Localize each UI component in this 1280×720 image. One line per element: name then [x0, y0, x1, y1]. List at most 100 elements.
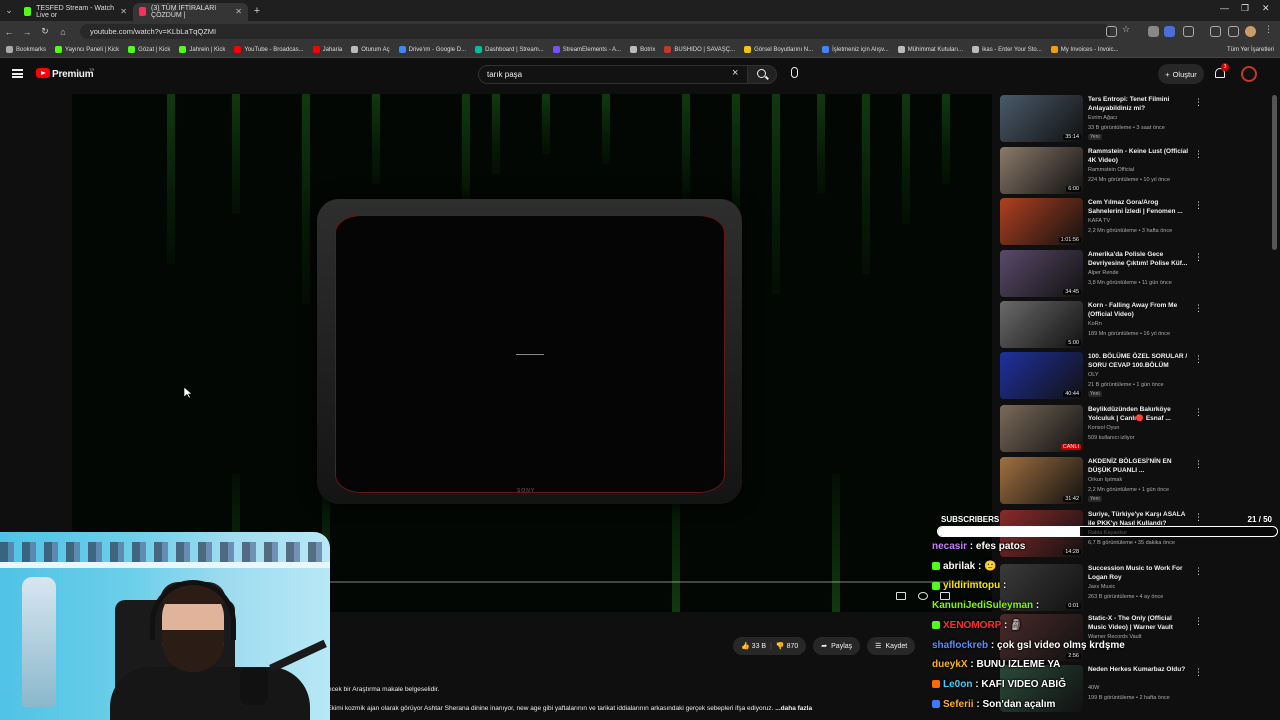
video-thumbnail[interactable]: 34:45: [1000, 250, 1083, 297]
youtube-logo-icon[interactable]: [36, 68, 50, 78]
browser-tab-kick[interactable]: TESFED Stream - Watch Live or ✕: [18, 3, 133, 21]
forward-icon[interactable]: →: [18, 27, 36, 37]
recommended-video[interactable]: 40:44 100. BÖLÜME ÖZEL SORULAR / SORU CEV…: [1000, 352, 1203, 402]
back-icon[interactable]: ←: [0, 27, 18, 37]
browser-tab-youtube[interactable]: (3) TÜM İFTİRALARI ÇÖZDÜM | ✕: [133, 2, 248, 21]
video-title[interactable]: Rammstein - Keine Lust (Official 4K Vide…: [1088, 147, 1190, 165]
save-button[interactable]: ☰ Kaydet: [867, 637, 916, 655]
close-window-icon[interactable]: ✕: [1262, 3, 1270, 14]
bookmark-star-icon[interactable]: ☆: [1122, 24, 1133, 35]
browser-menu-icon[interactable]: ⋮: [1264, 24, 1275, 35]
video-title[interactable]: Korn - Falling Away From Me (Official Vi…: [1088, 301, 1190, 319]
reload-icon[interactable]: ↻: [36, 26, 54, 37]
hamburger-menu-icon[interactable]: [12, 69, 23, 78]
recommended-video[interactable]: 6:00 Rammstein - Keine Lust (Official 4K …: [1000, 147, 1203, 197]
channel-name[interactable]: 40W: [1088, 685, 1099, 691]
all-bookmarks-button[interactable]: Tüm Yer İşaretleri: [1227, 47, 1274, 53]
bookmark-item[interactable]: Oturum Aç: [351, 46, 390, 53]
video-thumbnail[interactable]: 6:00: [1000, 147, 1083, 194]
bookmark-item[interactable]: My Invoices - Invoic...: [1050, 46, 1118, 53]
channel-name[interactable]: Orkun Işıtmak: [1088, 477, 1122, 483]
tab-search-icon[interactable]: ⌄: [0, 5, 18, 16]
page-scrollbar[interactable]: [1272, 95, 1277, 250]
bookmark-item[interactable]: İşletmeniz için Alışv...: [822, 46, 889, 53]
bookmark-item[interactable]: Botrix: [630, 46, 655, 53]
more-options-icon[interactable]: ⋮: [1194, 252, 1203, 263]
dislike-button[interactable]: 👎 870: [776, 642, 798, 650]
channel-name[interactable]: Jaxx Music: [1088, 584, 1115, 590]
video-thumbnail[interactable]: 5:00: [1000, 301, 1083, 348]
more-options-icon[interactable]: ⋮: [1194, 459, 1203, 470]
bookmark-item[interactable]: StreamElements - A...: [552, 46, 621, 53]
create-button[interactable]: + Oluştur: [1158, 64, 1204, 84]
show-more-link[interactable]: ...daha fazla: [775, 705, 812, 712]
more-options-icon[interactable]: ⋮: [1194, 200, 1203, 211]
recommended-video[interactable]: 31:42 AKDENİZ BÖLGESİ'NİN EN DÜŞÜK PUANLI…: [1000, 457, 1203, 507]
cast-icon[interactable]: [1106, 26, 1117, 37]
more-options-icon[interactable]: ⋮: [1194, 354, 1203, 365]
clear-search-icon[interactable]: ×: [732, 67, 738, 79]
recommended-video[interactable]: 5:00 Korn - Falling Away From Me (Officia…: [1000, 301, 1203, 351]
more-options-icon[interactable]: ⋮: [1194, 616, 1203, 627]
microphone-icon[interactable]: [791, 67, 798, 78]
more-options-icon[interactable]: ⋮: [1194, 566, 1203, 577]
bookmark-item[interactable]: ikas - Enter Your Sto...: [972, 46, 1042, 53]
channel-name[interactable]: Alper Rende: [1088, 270, 1119, 276]
channel-name[interactable]: Rammstein Official: [1088, 167, 1134, 173]
close-tab-icon[interactable]: ✕: [120, 7, 127, 16]
video-thumbnail[interactable]: 35:14: [1000, 95, 1083, 142]
channel-name[interactable]: Evrim Ağacı: [1088, 115, 1117, 121]
bookmark-item[interactable]: Jaharia: [312, 46, 342, 53]
sidebar-icon[interactable]: [1228, 26, 1239, 37]
bookmark-item[interactable]: Jahrein | Kick: [179, 46, 225, 53]
download-icon[interactable]: [1210, 26, 1221, 37]
bookmark-item[interactable]: Dashboard | Stream...: [475, 46, 544, 53]
bookmark-item[interactable]: Görsel Boyutlarını N...: [744, 46, 813, 53]
video-title[interactable]: Ters Entropi: Tenet Filmini Anlayabildin…: [1088, 95, 1190, 113]
video-title[interactable]: Static-X - The Only (Official Music Vide…: [1088, 614, 1190, 632]
description-line[interactable]: ut Ekimi kozmik ajan olarak görüyor Asht…: [320, 705, 812, 712]
more-options-icon[interactable]: ⋮: [1194, 97, 1203, 108]
more-options-icon[interactable]: ⋮: [1194, 407, 1203, 418]
new-tab-icon[interactable]: +: [248, 5, 266, 17]
extension-icon[interactable]: [1164, 26, 1175, 37]
video-title[interactable]: AKDENİZ BÖLGESİ'NİN EN DÜŞÜK PUANLI ...: [1088, 457, 1190, 475]
channel-name[interactable]: Konsol Oyun: [1088, 425, 1120, 431]
bookmark-item[interactable]: Gözat | Kick: [128, 46, 170, 53]
maximize-icon[interactable]: ❐: [1241, 3, 1249, 14]
channel-name[interactable]: KoRn: [1088, 321, 1102, 327]
bookmark-item[interactable]: Drive'ım - Google D...: [398, 46, 466, 53]
extension-icon[interactable]: [1148, 26, 1159, 37]
video-title[interactable]: Succession Music to Work For Logan Roy: [1088, 564, 1190, 582]
search-input[interactable]: tarık paşa: [478, 65, 748, 84]
home-icon[interactable]: ⌂: [54, 27, 72, 37]
video-title[interactable]: Cem Yılmaz Gora/Arog Sahnelerini İzledi …: [1088, 198, 1190, 216]
extensions-puzzle-icon[interactable]: [1183, 26, 1194, 37]
recommended-video[interactable]: CANLI Beylikdüzünden Bakırköye Yolculuk |…: [1000, 405, 1203, 455]
search-button[interactable]: [747, 65, 777, 84]
video-thumbnail[interactable]: CANLI: [1000, 405, 1083, 452]
like-button[interactable]: 👍 33 B: [741, 642, 766, 650]
video-title[interactable]: Beylikdüzünden Bakırköye Yolculuk | Canl…: [1088, 405, 1190, 423]
video-thumbnail[interactable]: 40:44: [1000, 352, 1083, 399]
bookmark-item[interactable]: Mühimmat Kutuları...: [897, 46, 963, 53]
subtitles-icon[interactable]: [896, 592, 906, 600]
minimize-icon[interactable]: —: [1220, 3, 1229, 13]
bookmark-item[interactable]: BUSHIDO | SAVAŞÇ...: [664, 46, 735, 53]
settings-gear-icon[interactable]: [918, 592, 928, 600]
bookmark-item[interactable]: Bookmarks: [6, 46, 46, 53]
url-bar[interactable]: youtube.com/watch?v=KLbLaTqQZMI: [80, 24, 1110, 39]
more-options-icon[interactable]: ⋮: [1194, 149, 1203, 160]
video-thumbnail[interactable]: 31:42: [1000, 457, 1083, 504]
video-title[interactable]: 100. BÖLÜME ÖZEL SORULAR / SORU CEVAP 10…: [1088, 352, 1190, 370]
youtube-premium-brand[interactable]: Premium: [52, 69, 94, 80]
channel-name[interactable]: KAFA TV: [1088, 218, 1110, 224]
video-thumbnail[interactable]: 1:01:56: [1000, 198, 1083, 245]
more-options-icon[interactable]: ⋮: [1194, 667, 1203, 678]
bookmark-item[interactable]: YouTube - Broadcas...: [234, 46, 304, 53]
recommended-video[interactable]: 34:45 Amerika'da Polisle Gece Devriyesine…: [1000, 250, 1203, 300]
bookmark-item[interactable]: Yayıncı Paneli | Kick: [55, 46, 119, 53]
account-avatar[interactable]: [1241, 66, 1257, 82]
share-button[interactable]: ➦ Paylaş: [813, 637, 861, 655]
channel-name[interactable]: OLY: [1088, 372, 1099, 378]
